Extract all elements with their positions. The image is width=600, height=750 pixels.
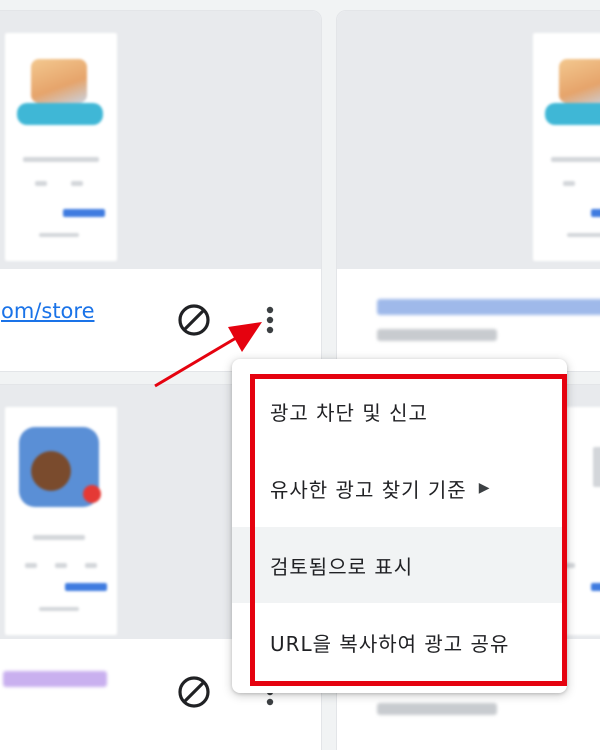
block-icon[interactable]	[174, 672, 214, 712]
block-icon[interactable]	[174, 300, 214, 340]
ad-url-link[interactable]: om/store	[1, 299, 95, 323]
menu-item-mark-reviewed[interactable]: 검토됨으로 표시	[232, 527, 567, 603]
ad-preview[interactable]	[337, 11, 600, 269]
ad-card[interactable]	[336, 10, 600, 372]
ad-preview[interactable]	[0, 11, 321, 269]
ad-meta-text	[377, 703, 497, 715]
menu-item-label: 광고 차단 및 신고	[270, 400, 428, 425]
ad-card[interactable]: om/store	[0, 10, 322, 372]
menu-item-copy-url-share[interactable]: URL을 복사하여 광고 공유	[232, 604, 567, 680]
ad-url-link[interactable]	[3, 671, 107, 687]
ad-preview-image	[5, 407, 117, 635]
menu-item-similar-ads[interactable]: 유사한 광고 찾기 기준 ▶	[232, 450, 567, 526]
more-vert-icon[interactable]	[250, 300, 290, 340]
ad-meta-text	[377, 329, 497, 341]
ad-preview-image	[5, 33, 117, 261]
chevron-right-icon: ▶	[478, 480, 491, 496]
menu-item-label: 유사한 광고 찾기 기준	[270, 477, 467, 502]
context-menu: 광고 차단 및 신고 유사한 광고 찾기 기준 ▶ 검토됨으로 표시 URL을 …	[232, 359, 567, 693]
menu-item-label: URL을 복사하여 광고 공유	[270, 631, 510, 656]
menu-item-block-and-report[interactable]: 광고 차단 및 신고	[232, 373, 567, 449]
menu-item-label: 검토됨으로 표시	[270, 554, 414, 579]
ad-preview-image	[533, 33, 600, 261]
ad-url-link[interactable]	[377, 299, 600, 315]
